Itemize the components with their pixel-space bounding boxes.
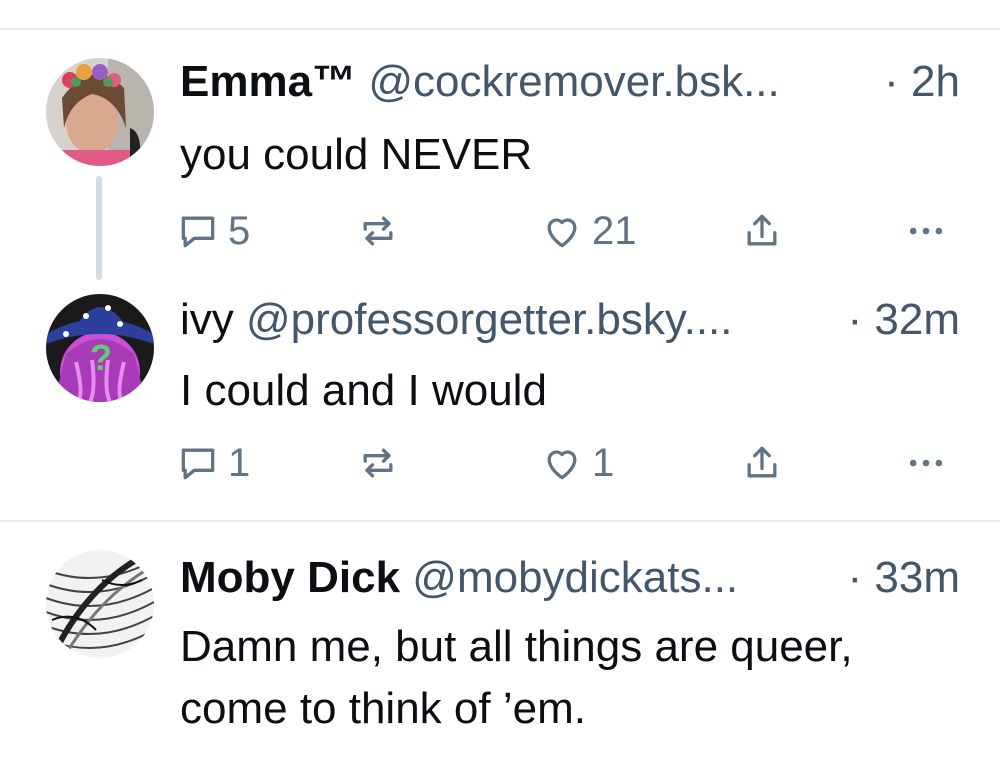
heart-icon bbox=[547, 218, 577, 248]
post-text: Damn me, but all things are queer, come … bbox=[180, 622, 853, 733]
post-actions: 5 21 bbox=[176, 206, 966, 256]
separator: · bbox=[847, 553, 863, 602]
handle[interactable]: @mobydickats... bbox=[412, 553, 738, 602]
post-actions: 1 1 bbox=[176, 438, 966, 488]
repost-button[interactable] bbox=[356, 438, 400, 488]
avatar[interactable]: ? bbox=[46, 294, 154, 402]
reply-icon bbox=[181, 216, 215, 248]
handle[interactable]: @professorgetter.bsky.... bbox=[246, 295, 733, 344]
more-button[interactable] bbox=[904, 438, 948, 488]
avatar[interactable] bbox=[46, 58, 154, 166]
share-button[interactable] bbox=[740, 438, 784, 488]
post-emma[interactable]: Emma™ @cockremover.bsk... · 2h you could… bbox=[0, 0, 1000, 300]
timestamp[interactable]: · 33m bbox=[848, 552, 960, 604]
reply-button[interactable]: 5 bbox=[176, 206, 250, 256]
post-ivy[interactable]: ? ivy @professorgetter.bsky.... · 32m I … bbox=[0, 280, 1000, 520]
time-text: 2h bbox=[911, 57, 960, 106]
post-text: you could NEVER bbox=[180, 130, 533, 179]
repost-icon bbox=[363, 216, 393, 246]
reply-button[interactable]: 1 bbox=[176, 438, 250, 488]
time-text: 33m bbox=[874, 553, 960, 602]
more-button[interactable] bbox=[904, 206, 948, 256]
more-icon bbox=[909, 459, 943, 467]
like-count: 1 bbox=[592, 440, 615, 485]
handle[interactable]: @cockremover.bsk... bbox=[368, 57, 779, 106]
timestamp[interactable]: · 2h bbox=[884, 56, 960, 108]
separator: · bbox=[847, 295, 863, 344]
repost-button[interactable] bbox=[356, 206, 400, 256]
post-header: ivy @professorgetter.bsky.... · 32m bbox=[180, 294, 960, 346]
repost-icon bbox=[363, 448, 393, 478]
time-text: 32m bbox=[874, 295, 960, 344]
like-button[interactable]: 1 bbox=[540, 438, 614, 488]
display-name[interactable]: Emma™ bbox=[180, 57, 356, 106]
reply-icon bbox=[181, 448, 215, 480]
post-moby-dick[interactable]: Moby Dick @mobydickats... · 33m Damn me,… bbox=[0, 522, 1000, 768]
share-button[interactable] bbox=[740, 206, 784, 256]
share-icon bbox=[747, 214, 777, 246]
more-icon bbox=[909, 227, 943, 235]
reply-count: 1 bbox=[228, 440, 251, 485]
timestamp[interactable]: · 32m bbox=[848, 294, 960, 346]
post-text: I could and I would bbox=[180, 366, 547, 415]
reply-count: 5 bbox=[228, 208, 251, 253]
like-button[interactable]: 21 bbox=[540, 206, 637, 256]
display-name[interactable]: Moby Dick bbox=[180, 553, 400, 602]
thread-line bbox=[96, 176, 102, 280]
separator: · bbox=[884, 57, 899, 106]
heart-icon bbox=[547, 450, 577, 480]
display-name[interactable]: ivy bbox=[180, 295, 234, 344]
like-count: 21 bbox=[592, 208, 637, 253]
svg-text:?: ? bbox=[90, 337, 112, 378]
post-header: Emma™ @cockremover.bsk... · 2h bbox=[180, 56, 960, 108]
post-header: Moby Dick @mobydickats... · 33m bbox=[180, 552, 960, 604]
avatar[interactable] bbox=[46, 550, 154, 658]
share-icon bbox=[747, 446, 777, 478]
